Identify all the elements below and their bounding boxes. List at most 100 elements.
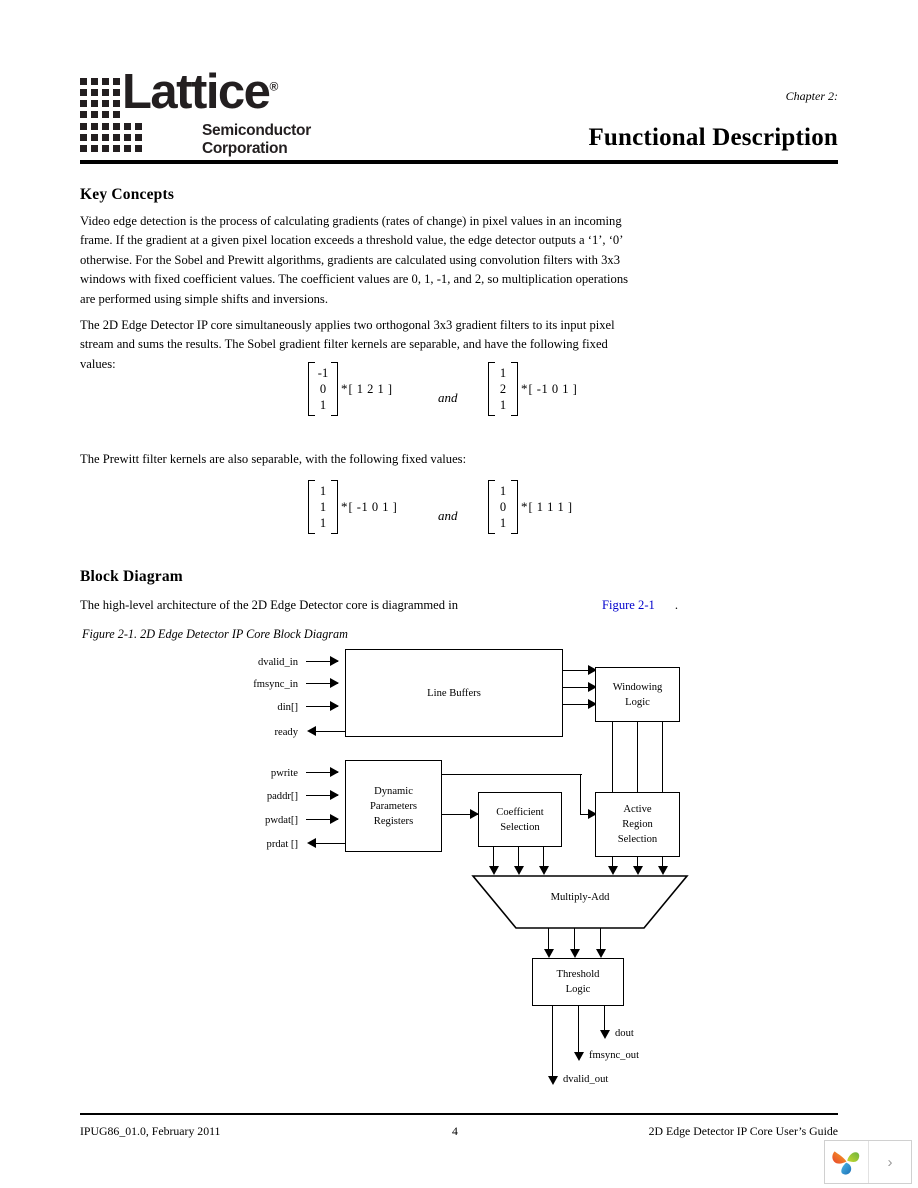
signal-label-fmsync-in: fmsync_in (253, 679, 298, 690)
logo-dot-grid-bottom (80, 123, 142, 152)
block-threshold-label-1: Threshold (556, 969, 600, 980)
footer-page-number: 4 (452, 1124, 458, 1138)
signal-label-dvalid-out: dvalid_out (563, 1074, 609, 1085)
block-windowing-logic-label-2: Logic (625, 696, 650, 708)
arrowhead-dvalid-in (330, 656, 339, 666)
matrix-cell: 0 (319, 382, 327, 396)
arrowhead-ma-thr-3 (596, 949, 606, 958)
wire-ready (316, 731, 346, 733)
signal-label-pwrite: pwrite (270, 768, 298, 779)
matrix-cell: 2 (499, 382, 507, 396)
arrowhead-ma-thr-1 (544, 949, 554, 958)
arrowhead-ready (307, 726, 316, 736)
matrix-cell: -1 (317, 366, 329, 380)
block-threshold-label-2: Logic (565, 984, 591, 995)
paragraph-block-diagram-intro: The high-level architecture of the 2D Ed… (80, 596, 700, 615)
arrowhead-dout (600, 1030, 610, 1039)
logo-registered-mark: ® (269, 79, 279, 94)
matrix-cell: 1 (319, 398, 327, 412)
block-active-region-selection: Active Region Selection (595, 792, 680, 857)
block-diagram: dvalid_in fmsync_in din[] ready Line Buf… (0, 640, 918, 1100)
equation-row-prewitt: 1 1 1 * [ -1 0 1 ] and 1 0 1 * [ 1 1 1 ] (80, 480, 840, 550)
block-dynamic-parameters-registers: Dynamic Parameters Registers (345, 760, 442, 852)
block-coefficient-selection: Coefficient Selection (478, 792, 562, 847)
wire-dpr-ars-v (580, 774, 582, 814)
matrix-cell: 1 (319, 484, 327, 498)
signal-label-prdat: prdat [] (266, 839, 298, 850)
heading-block-diagram: Block Diagram (80, 568, 183, 585)
wire-fmsync-out (578, 1006, 580, 1056)
block-coef-label-2: Selection (500, 821, 540, 833)
signal-label-dout: dout (615, 1028, 634, 1039)
sobel-left-row-vector: [ 1 2 1 ] (348, 381, 393, 396)
arrowhead-fmsync-out (574, 1052, 584, 1061)
para4-text-after: . (674, 598, 678, 612)
lattice-logo: Lattice® Semiconductor Corporation (80, 68, 311, 158)
wire-dpr-ars-h (442, 774, 582, 776)
heading-key-concepts: Key Concepts (80, 186, 175, 203)
sobel-left-column-vector: -1 0 1 (308, 362, 338, 416)
block-dpr-label-2: Parameters (369, 800, 418, 812)
footer-document-title: 2D Edge Detector IP Core User’s Guide (648, 1124, 838, 1138)
paragraph-prewitt-intro: The Prewitt filter kernels are also sepa… (80, 452, 467, 466)
block-line-buffers-label: Line Buffers (427, 687, 481, 699)
multiply-operator: * (341, 499, 348, 514)
arrowhead-pwdat (330, 814, 339, 824)
block-ars-label-2: Region (622, 819, 653, 830)
arrowhead-pwrite (330, 767, 339, 777)
footer-divider (80, 1113, 838, 1115)
prewitt-left-row-vector: [ -1 0 1 ] (348, 499, 398, 514)
arrowhead-paddr (330, 790, 339, 800)
viewer-widget[interactable]: › (824, 1140, 912, 1184)
equation-row-sobel: -1 0 1 * [ 1 2 1 ] and 1 2 1 * [ -1 0 1 … (80, 362, 840, 432)
logo-subtitle-line2: Corporation (202, 140, 288, 157)
logo-wordmark: Lattice® (122, 68, 278, 117)
equation-conjunction-prewitt: and (438, 508, 458, 523)
equation-conjunction-sobel: and (438, 390, 458, 405)
block-coef-label-1: Coefficient (496, 806, 544, 818)
block-ars-label-3: Selection (617, 834, 658, 845)
signal-label-din: din[] (277, 702, 298, 713)
matrix-cell: 1 (499, 516, 507, 530)
block-multiply-add-label: Multiply-Add (550, 892, 610, 903)
signal-label-paddr: paddr[] (266, 791, 298, 802)
footer-document-id: IPUG86_01.0, February 2011 (80, 1124, 221, 1138)
matrix-cell: 1 (499, 366, 507, 380)
para4-text-before: The high-level architecture of the 2D Ed… (80, 598, 459, 612)
sobel-right-column-vector: 1 2 1 (488, 362, 518, 416)
multiply-operator: * (521, 381, 528, 396)
header-divider (80, 160, 838, 164)
matrix-cell: 1 (319, 516, 327, 530)
chevron-right-icon: › (887, 1153, 893, 1171)
matrix-cell: 1 (319, 500, 327, 514)
page-header: Lattice® Semiconductor Corporation Chapt… (0, 0, 918, 170)
paragraph-key-concepts: Video edge detection is the process of c… (80, 214, 629, 306)
figure-2-1-link[interactable]: Figure 2-1 (602, 598, 655, 612)
arrowhead-din (330, 701, 339, 711)
arrowhead-ma-thr-2 (570, 949, 580, 958)
multiply-operator: * (341, 381, 348, 396)
page-title: Functional Description (588, 124, 838, 151)
prewitt-right-column-vector: 1 0 1 (488, 480, 518, 534)
equation-prewitt-left: 1 1 1 * [ -1 0 1 ] (308, 480, 397, 534)
widget-brand-logo-cell[interactable] (825, 1141, 869, 1183)
chapter-label: Chapter 2: (785, 89, 838, 103)
next-page-button[interactable]: › (869, 1141, 911, 1183)
matrix-cell: 1 (499, 484, 507, 498)
block-windowing-logic: Windowing Logic (595, 667, 680, 722)
arrowhead-dvalid-out (548, 1076, 558, 1085)
sobel-right-row-vector: [ -1 0 1 ] (528, 381, 578, 396)
matrix-cell: 0 (499, 500, 507, 514)
multiply-operator: * (521, 499, 528, 514)
block-threshold-logic: Threshold Logic (532, 958, 624, 1006)
arrowhead-fmsync-in (330, 678, 339, 688)
signal-label-ready: ready (274, 727, 298, 738)
block-ars-label-1: Active (623, 804, 652, 815)
wire-dvalid-out (552, 1006, 554, 1080)
logo-subtitle-line1: Semiconductor (202, 122, 311, 139)
matrix-cell: 1 (499, 398, 507, 412)
equation-prewitt-right: 1 0 1 * [ 1 1 1 ] (488, 480, 573, 534)
signal-label-dvalid-in: dvalid_in (257, 657, 298, 668)
block-windowing-logic-label-1: Windowing (612, 681, 663, 693)
logo-wordmark-text: Lattice (122, 65, 271, 119)
